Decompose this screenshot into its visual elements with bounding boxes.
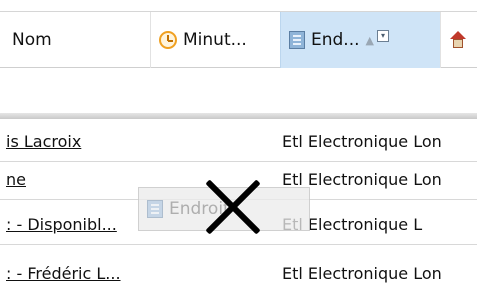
table-row[interactable]: : - Frédéric L... Etl Electronique Lon [0,256,477,293]
group-separator [0,113,477,119]
no-drop-cross-icon [201,175,265,239]
company-cell: Etl Electronique L [282,215,423,234]
column-header-label: Minut... [183,30,247,50]
contact-name-link[interactable]: is Lacroix [6,132,276,151]
table-row[interactable]: is Lacroix Etl Electronique Lon [0,124,477,162]
column-header-label: Nom [12,30,52,50]
house-icon [449,31,467,49]
company-cell: Etl Electronique Lon [282,264,442,283]
column-header-home[interactable] [440,12,477,68]
column-header-label: End... [311,30,360,50]
column-header-bar: Nom Minut... End... ▲ ▾ [0,11,477,68]
contact-name-link[interactable]: : - Frédéric L... [6,264,276,283]
clock-icon [159,31,177,49]
company-cell: Etl Electronique Lon [282,132,442,151]
filter-dropdown-icon[interactable]: ▾ [377,30,389,42]
building-icon [289,31,305,49]
company-cell: Etl Electronique Lon [282,170,442,189]
grid-view: Nom Minut... End... ▲ ▾ is Lacroix Etl E… [0,0,477,293]
sort-ascending-icon: ▲ [365,33,374,47]
column-header-minutes[interactable]: Minut... [150,12,280,68]
column-header-endroit[interactable]: End... ▲ ▾ [280,12,440,68]
building-icon [147,200,163,218]
column-header-nom[interactable]: Nom [0,12,150,68]
